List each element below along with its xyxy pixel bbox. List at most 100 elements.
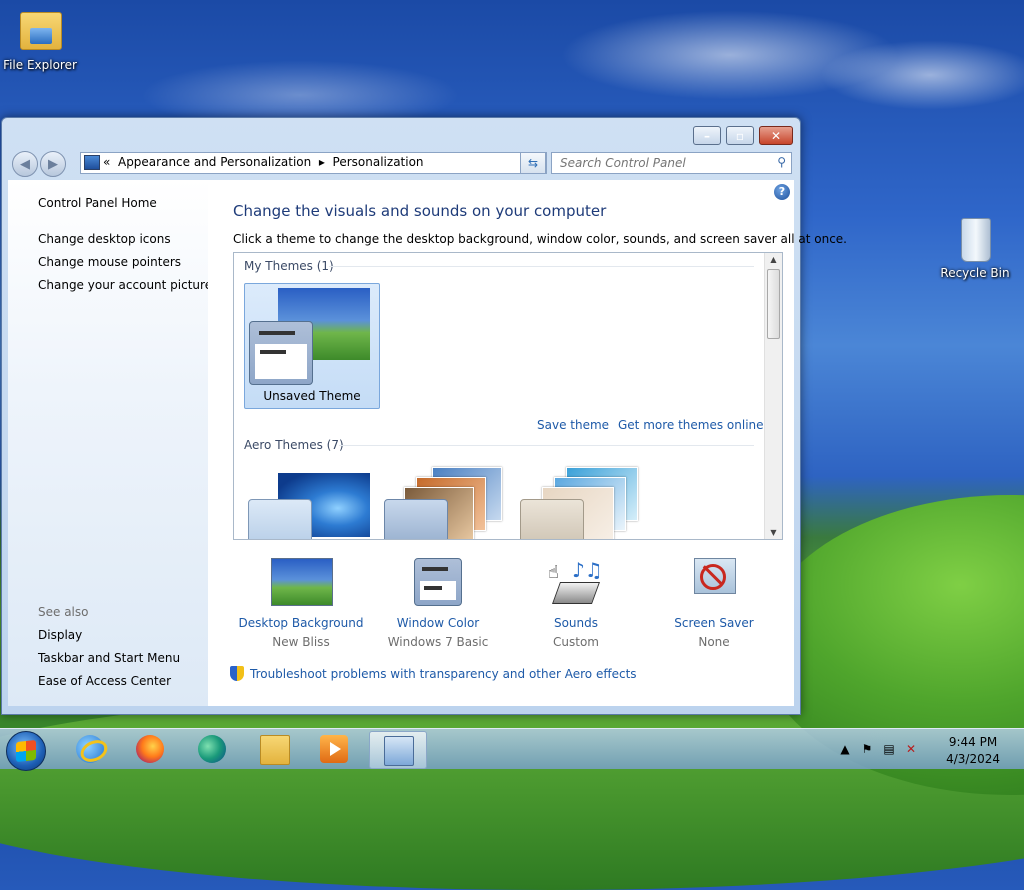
close-button[interactable]: ✕ <box>759 126 793 145</box>
windows-logo-icon <box>16 739 36 763</box>
get-more-themes-link[interactable]: Get more themes online <box>618 418 764 432</box>
unsaved-theme-label: Unsaved Theme <box>263 389 361 403</box>
file-explorer-desktop-icon[interactable]: File Explorer <box>0 6 80 72</box>
personalization-window: – ▫ ✕ ◀ ▶ « Appearance and Personalizati… <box>1 117 847 715</box>
minimize-button[interactable]: – <box>693 126 721 145</box>
edge-icon <box>198 735 226 763</box>
minimize-icon: – <box>704 128 710 143</box>
screen-saver-setting[interactable]: Screen Saver None <box>644 558 784 649</box>
screen-saver-link[interactable]: Screen Saver <box>644 616 784 630</box>
window-color-link[interactable]: Window Color <box>368 616 508 630</box>
unsaved-theme-tile[interactable]: Unsaved Theme <box>244 283 380 409</box>
clock-time: 9:44 PM <box>948 735 998 749</box>
hand-cursor-icon: ☝ <box>548 562 559 583</box>
sidebar: Control Panel Home Change desktop icons … <box>8 180 212 706</box>
desktop-background-link[interactable]: Desktop Background <box>231 616 371 630</box>
scrollbar-thumb[interactable] <box>767 269 780 339</box>
ease-of-access-link[interactable]: Ease of Access Center <box>38 674 171 688</box>
recycle-bin-icon <box>951 214 999 262</box>
control-panel-icon <box>84 155 100 170</box>
desktop-background-value: New Bliss <box>272 635 330 649</box>
recycle-bin-label: Recycle Bin <box>940 266 1010 280</box>
forward-button[interactable]: ▶ <box>40 151 66 177</box>
volume-muted-icon[interactable]: ✕ <box>904 742 918 756</box>
forward-arrow-icon: ▶ <box>48 156 58 172</box>
taskbar-edge[interactable] <box>184 731 240 767</box>
change-desktop-icons-link[interactable]: Change desktop icons <box>38 232 171 246</box>
back-button[interactable]: ◀ <box>12 151 38 177</box>
uac-shield-icon <box>230 666 244 681</box>
breadcrumb-appearance[interactable]: Appearance and Personalization <box>118 155 311 169</box>
taskbar-media-player[interactable] <box>306 731 362 767</box>
see-also-heading: See also <box>38 605 89 619</box>
window-color-setting[interactable]: Window Color Windows 7 Basic <box>368 558 508 649</box>
sounds-value: Custom <box>553 635 599 649</box>
my-themes-label: My Themes (1) <box>244 259 334 273</box>
taskbar-firefox[interactable] <box>122 731 178 767</box>
taskbar-internet-explorer[interactable] <box>62 731 118 767</box>
main-panel: ? Change the visuals and sounds on your … <box>208 180 847 706</box>
page-title: Change the visuals and sounds on your co… <box>233 202 607 220</box>
refresh-icon: ⇆ <box>527 156 539 170</box>
search-icon[interactable]: ⚲ <box>777 155 786 169</box>
control-panel-home-link[interactable]: Control Panel Home <box>38 196 157 210</box>
scroll-down-icon[interactable]: ▼ <box>765 528 782 537</box>
save-theme-link[interactable]: Save theme <box>537 418 609 432</box>
sounds-setting[interactable]: ♪♫ Sounds Custom <box>506 558 646 649</box>
aero-theme-characters[interactable] <box>520 465 650 539</box>
display-link[interactable]: Display <box>38 628 82 642</box>
network-icon[interactable]: ▤ <box>882 742 896 756</box>
troubleshoot-aero-link[interactable]: Troubleshoot problems with transparency … <box>230 666 637 681</box>
window-color-value: Windows 7 Basic <box>387 635 489 649</box>
maximize-icon: ▫ <box>735 128 745 143</box>
scroll-up-icon[interactable]: ▲ <box>765 255 782 264</box>
change-mouse-pointers-link[interactable]: Change mouse pointers <box>38 255 181 269</box>
back-arrow-icon: ◀ <box>20 156 30 172</box>
aero-theme-architecture[interactable] <box>384 465 514 539</box>
close-icon: ✕ <box>770 128 782 143</box>
content-area: Control Panel Home Change desktop icons … <box>8 180 847 706</box>
aero-themes-label: Aero Themes (7) <box>244 438 344 452</box>
taskbar-control-panel[interactable] <box>369 731 427 769</box>
folder-icon <box>16 6 64 54</box>
desktop-background-setting[interactable]: Desktop Background New Bliss <box>231 558 371 649</box>
file-explorer-label: File Explorer <box>3 58 77 72</box>
theme-window-preview <box>249 321 313 385</box>
taskbar-file-explorer[interactable] <box>246 731 302 767</box>
media-player-icon <box>320 735 348 763</box>
page-description: Click a theme to change the desktop back… <box>233 232 847 246</box>
maximize-button[interactable]: ▫ <box>726 126 754 145</box>
internet-explorer-icon <box>76 735 111 766</box>
aero-theme-windows7[interactable] <box>248 471 378 539</box>
refresh-button[interactable]: ⇆ <box>520 152 546 174</box>
taskbar: ▲ ⚑ ▤ ✕ 9:44 PM 4/3/2024 <box>0 728 1024 771</box>
control-panel-icon <box>384 736 414 766</box>
start-button[interactable] <box>6 731 46 771</box>
desktop-background-icon <box>271 558 333 606</box>
recycle-bin-desktop-icon[interactable]: Recycle Bin <box>935 214 1015 280</box>
help-icon[interactable]: ? <box>774 184 790 200</box>
breadcrumb-overflow[interactable]: « <box>103 155 110 169</box>
show-hidden-icons-button[interactable]: ▲ <box>838 742 852 756</box>
firefox-icon <box>136 735 164 763</box>
action-center-flag-icon[interactable]: ⚑ <box>860 742 874 756</box>
search-input[interactable] <box>558 155 762 171</box>
breadcrumb-personalization[interactable]: Personalization <box>333 155 424 169</box>
screen-saver-icon <box>684 558 744 606</box>
search-box[interactable]: ⚲ <box>551 152 792 174</box>
theme-list-scrollbar[interactable]: ▲ ▼ <box>764 253 782 539</box>
navigation-bar: ◀ ▶ « Appearance and Personalization ▸ P… <box>10 150 792 177</box>
title-bar[interactable]: – ▫ ✕ <box>2 118 800 148</box>
change-account-picture-link[interactable]: Change your account picture <box>38 278 212 292</box>
theme-list: My Themes (1) Unsaved Theme Save theme G… <box>233 252 783 540</box>
taskbar-start-menu-link[interactable]: Taskbar and Start Menu <box>38 651 180 665</box>
breadcrumb-separator-icon[interactable]: ▸ <box>319 155 325 169</box>
sounds-link[interactable]: Sounds <box>506 616 646 630</box>
clock[interactable]: 9:44 PM 4/3/2024 <box>946 734 1000 768</box>
address-bar[interactable]: « Appearance and Personalization ▸ Perso… <box>80 152 547 174</box>
system-tray: ▲ ⚑ ▤ ✕ 9:44 PM 4/3/2024 <box>834 729 1024 769</box>
clock-date: 4/3/2024 <box>946 752 1000 766</box>
folder-icon <box>260 735 290 765</box>
window-color-icon <box>408 558 468 606</box>
screen-saver-value: None <box>698 635 730 649</box>
